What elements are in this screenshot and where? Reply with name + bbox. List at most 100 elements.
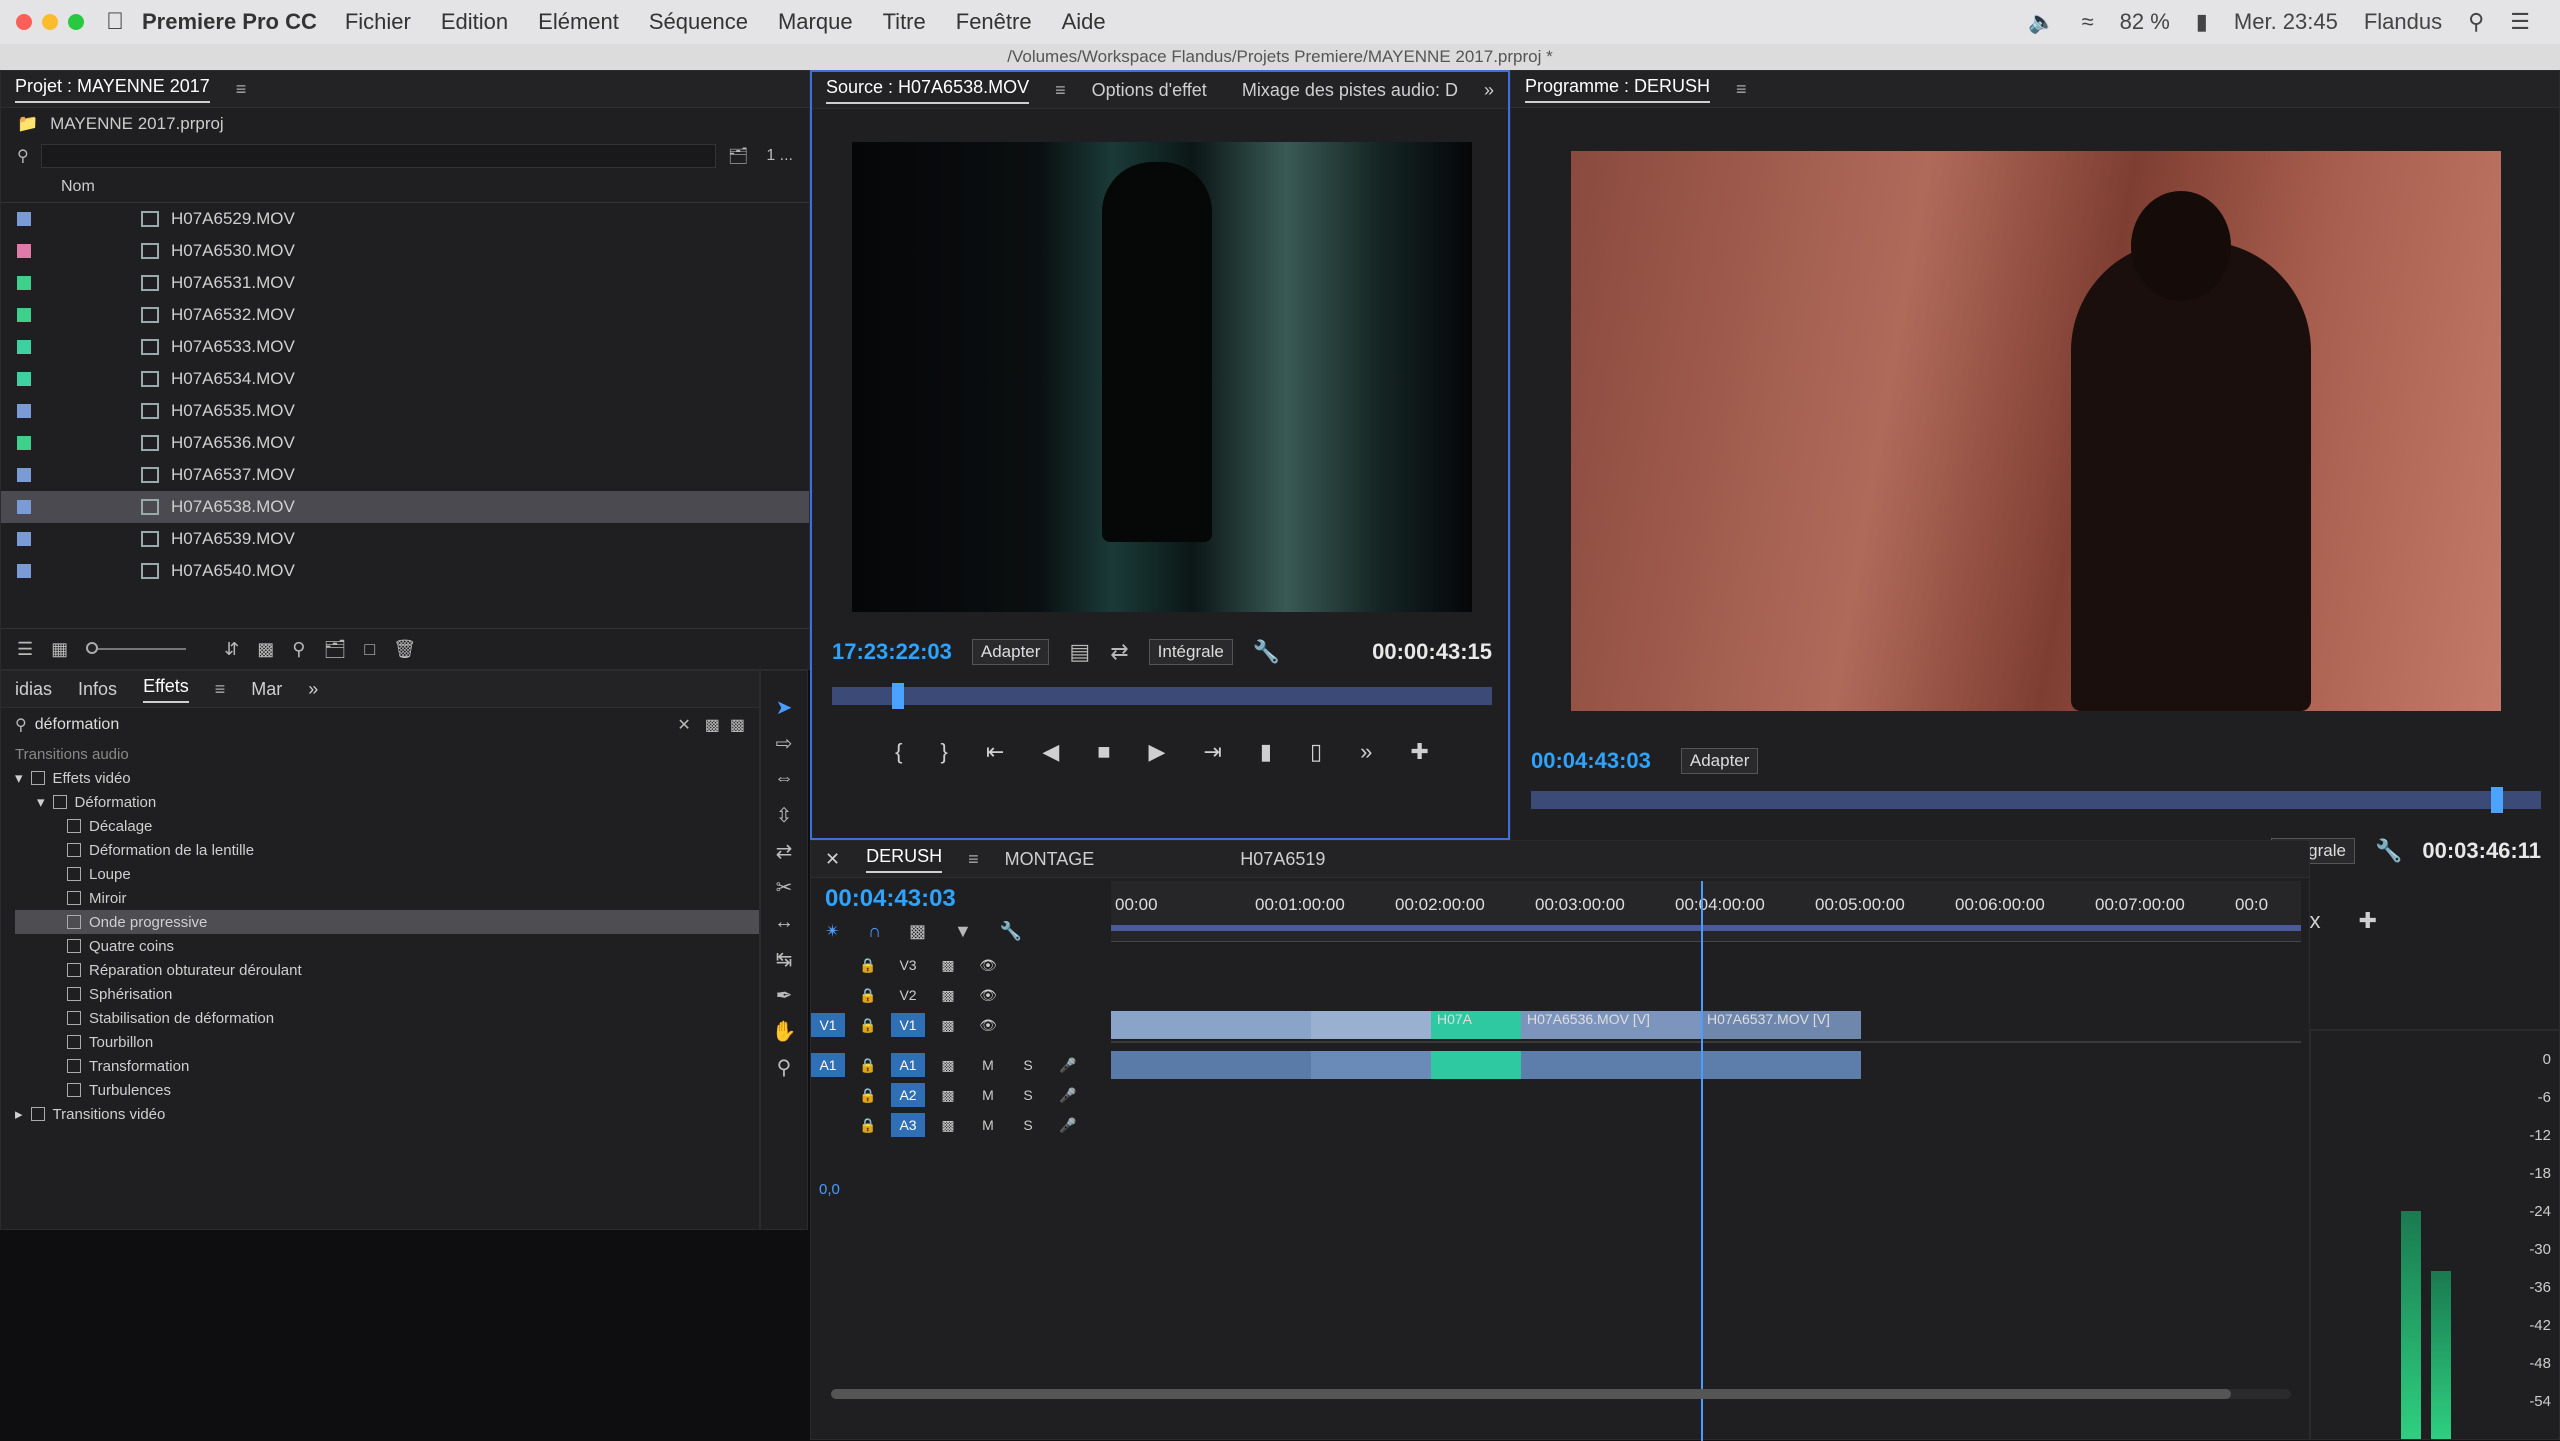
linked-selection-icon[interactable]: ∩	[868, 921, 881, 942]
label-color-swatch[interactable]	[17, 468, 31, 482]
mic-icon[interactable]: 🎤	[1051, 1053, 1085, 1077]
eye-icon[interactable]: 👁	[971, 1013, 1005, 1037]
project-search-input[interactable]	[40, 144, 716, 168]
sync-lock-icon[interactable]: ▩	[931, 953, 965, 977]
go-to-in-icon[interactable]: ⇤	[986, 739, 1004, 765]
effect-item[interactable]: Sphérisation	[15, 982, 759, 1006]
audio-track-header[interactable]: 🔒 A2 ▩ M S 🎤	[811, 1081, 1101, 1109]
audio-track-header[interactable]: A1 🔒 A1 ▩ M S 🎤	[811, 1051, 1101, 1079]
new-item-icon[interactable]: □	[364, 639, 375, 660]
pen-tool-icon[interactable]: ✒	[771, 983, 797, 1009]
label-color-swatch[interactable]	[17, 564, 31, 578]
accelerated-effects-icon[interactable]: ▩	[705, 715, 720, 735]
audio-clip[interactable]	[1311, 1051, 1431, 1079]
mark-in-icon[interactable]: {	[895, 739, 902, 765]
effects-group-audio-transitions[interactable]: Transitions audio	[15, 742, 759, 766]
track-name[interactable]: A2	[891, 1083, 925, 1107]
audio-clip[interactable]	[1111, 1051, 1311, 1079]
label-color-swatch[interactable]	[17, 308, 31, 322]
mute-button[interactable]: M	[971, 1113, 1005, 1137]
lock-icon[interactable]: 🔒	[851, 953, 885, 977]
close-tab-icon[interactable]: ✕	[825, 849, 840, 870]
project-item[interactable]: H07A6536.MOV	[1, 427, 809, 459]
time-ruler[interactable]: 00:00 00:01:00:00 00:02:00:00 00:03:00:00 00…	[1111, 881, 2301, 942]
audio-mixer-tab[interactable]: Mixage des pistes audio: D	[1242, 80, 1458, 101]
program-fit-dropdown[interactable]: Adapter	[1680, 748, 1759, 774]
track-name[interactable]: A3	[891, 1113, 925, 1137]
sync-lock-icon[interactable]: ▩	[931, 1053, 965, 1077]
menu-fichier[interactable]: Fichier	[345, 9, 411, 35]
column-header[interactable]: Nom	[1, 172, 809, 203]
expand-icon[interactable]: ▾	[15, 769, 23, 787]
mic-icon[interactable]: 🎤	[1051, 1113, 1085, 1137]
settings-wrench-icon[interactable]: 🔧	[2375, 838, 2402, 864]
effect-item[interactable]: Tourbillon	[15, 1030, 759, 1054]
source-patch-a1[interactable]: A1	[811, 1053, 845, 1077]
step-forward-icon[interactable]: ▶	[1149, 739, 1166, 765]
slide-tool-icon[interactable]: ↹	[771, 947, 797, 973]
menu-fenetre[interactable]: Fenêtre	[956, 9, 1032, 35]
source-fit-dropdown[interactable]: Adapter	[971, 639, 1050, 665]
mark-out-icon[interactable]: }	[941, 739, 948, 765]
program-menu-icon[interactable]: ≡	[1736, 79, 1747, 100]
label-color-swatch[interactable]	[17, 404, 31, 418]
eye-icon[interactable]: 👁	[971, 953, 1005, 977]
lock-icon[interactable]: 🔒	[851, 1113, 885, 1137]
battery-icon[interactable]: ▮	[2196, 9, 2208, 35]
project-item[interactable]: H07A6533.MOV	[1, 331, 809, 363]
effect-item[interactable]: Quatre coins	[15, 934, 759, 958]
track-name[interactable]: V2	[891, 983, 925, 1007]
add-marker-icon[interactable]: ▼	[954, 921, 972, 942]
source-video-frame[interactable]	[852, 142, 1472, 612]
automate-icon[interactable]: ▩	[257, 639, 274, 660]
effects-menu-icon[interactable]: ≡	[215, 679, 226, 700]
timeline-menu-icon[interactable]: ≡	[968, 849, 979, 870]
user-name[interactable]: Flandus	[2364, 9, 2442, 35]
effect-options-tab[interactable]: Options d'effet	[1092, 80, 1207, 101]
expand-icon[interactable]: ▾	[37, 793, 45, 811]
effects-group-video-effects[interactable]: ▾ Effets vidéo	[15, 766, 759, 790]
mute-button[interactable]: M	[971, 1083, 1005, 1107]
audio-clip[interactable]	[1521, 1051, 1861, 1079]
tab-derush[interactable]: DERUSH	[866, 846, 943, 873]
tab-media[interactable]: idias	[15, 679, 52, 700]
hand-tool-icon[interactable]: ✋	[771, 1019, 797, 1045]
source-quality-dropdown[interactable]: Intégrale	[1148, 639, 1233, 665]
source-timecode[interactable]: 17:23:22:03	[832, 639, 952, 665]
sort-icon[interactable]: ⇵	[224, 639, 239, 660]
menu-sequence[interactable]: Séquence	[649, 9, 748, 35]
lock-icon[interactable]: 🔒	[851, 1013, 885, 1037]
menu-aide[interactable]: Aide	[1062, 9, 1106, 35]
timeline-timecode[interactable]: 00:04:43:03	[825, 885, 956, 913]
step-back-icon[interactable]: ◀	[1042, 739, 1059, 765]
project-item[interactable]: H07A6537.MOV	[1, 459, 809, 491]
track-name[interactable]: V3	[891, 953, 925, 977]
video-clip[interactable]: H07A6536.MOV [V]	[1521, 1011, 1701, 1039]
track-name[interactable]: A1	[891, 1053, 925, 1077]
label-color-swatch[interactable]	[17, 244, 31, 258]
notifications-icon[interactable]: ☰	[2510, 9, 2530, 35]
more-tabs-icon[interactable]: »	[1484, 80, 1494, 101]
effect-item[interactable]: Turbulences	[15, 1078, 759, 1102]
more-tabs-icon[interactable]: »	[308, 679, 318, 700]
slip-tool-icon[interactable]: ↔	[771, 911, 797, 937]
project-item[interactable]: H07A6534.MOV	[1, 363, 809, 395]
find-icon[interactable]: ⚲	[292, 639, 305, 660]
menu-element[interactable]: Elément	[538, 9, 619, 35]
label-color-swatch[interactable]	[17, 436, 31, 450]
close-button[interactable]	[16, 14, 32, 30]
tab-montage[interactable]: MONTAGE	[1005, 849, 1095, 870]
effect-item[interactable]: Décalage	[15, 814, 759, 838]
label-color-swatch[interactable]	[17, 276, 31, 290]
track-select-tool-icon[interactable]: ⇨	[771, 731, 797, 757]
timeline-scrollbar[interactable]	[831, 1389, 2291, 1399]
video-clip[interactable]: H07A	[1431, 1011, 1521, 1039]
overwrite-icon[interactable]: ▯	[1310, 739, 1322, 765]
effect-item[interactable]: Miroir	[15, 886, 759, 910]
timeline-scroll-thumb[interactable]	[831, 1389, 2231, 1399]
zoom-button[interactable]	[68, 14, 84, 30]
clear-search-icon[interactable]: ✕	[677, 715, 690, 735]
label-color-swatch[interactable]	[17, 212, 31, 226]
list-view-icon[interactable]: ☰	[17, 639, 33, 660]
effect-item[interactable]: Transformation	[15, 1054, 759, 1078]
